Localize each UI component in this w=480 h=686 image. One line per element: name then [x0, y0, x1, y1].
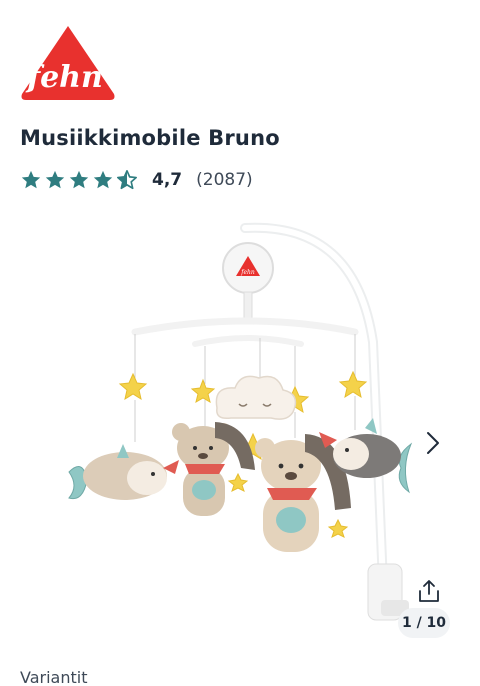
baby-mobile-image[interactable]: fehn	[55, 212, 425, 642]
review-count[interactable]: (2087)	[196, 170, 253, 190]
rating-value: 4,7	[152, 170, 183, 190]
logo-registered-mark: ®	[101, 58, 108, 66]
chevron-right-icon	[427, 432, 439, 454]
logo-text: fehn	[25, 60, 103, 95]
variants-label: Variantit	[20, 668, 88, 686]
share-button[interactable]	[414, 576, 444, 606]
star-full-icon	[93, 170, 113, 189]
star-full-icon	[21, 170, 41, 189]
next-image-button[interactable]	[420, 428, 446, 458]
star-half-icon	[117, 170, 137, 190]
star-full-icon	[69, 170, 89, 189]
product-title: Musiikkimobile Bruno	[20, 126, 280, 150]
fehn-logo[interactable]: fehn ®	[18, 24, 118, 102]
share-icon	[419, 580, 439, 602]
rating-row[interactable]: 4,7 (2087)	[20, 169, 253, 191]
image-counter: 1 / 10	[398, 608, 450, 638]
star-full-icon	[45, 170, 65, 189]
product-gallery[interactable]: fehn 1 / 10	[0, 206, 480, 646]
svg-text:fehn: fehn	[240, 269, 255, 276]
rating-stars	[20, 169, 138, 191]
